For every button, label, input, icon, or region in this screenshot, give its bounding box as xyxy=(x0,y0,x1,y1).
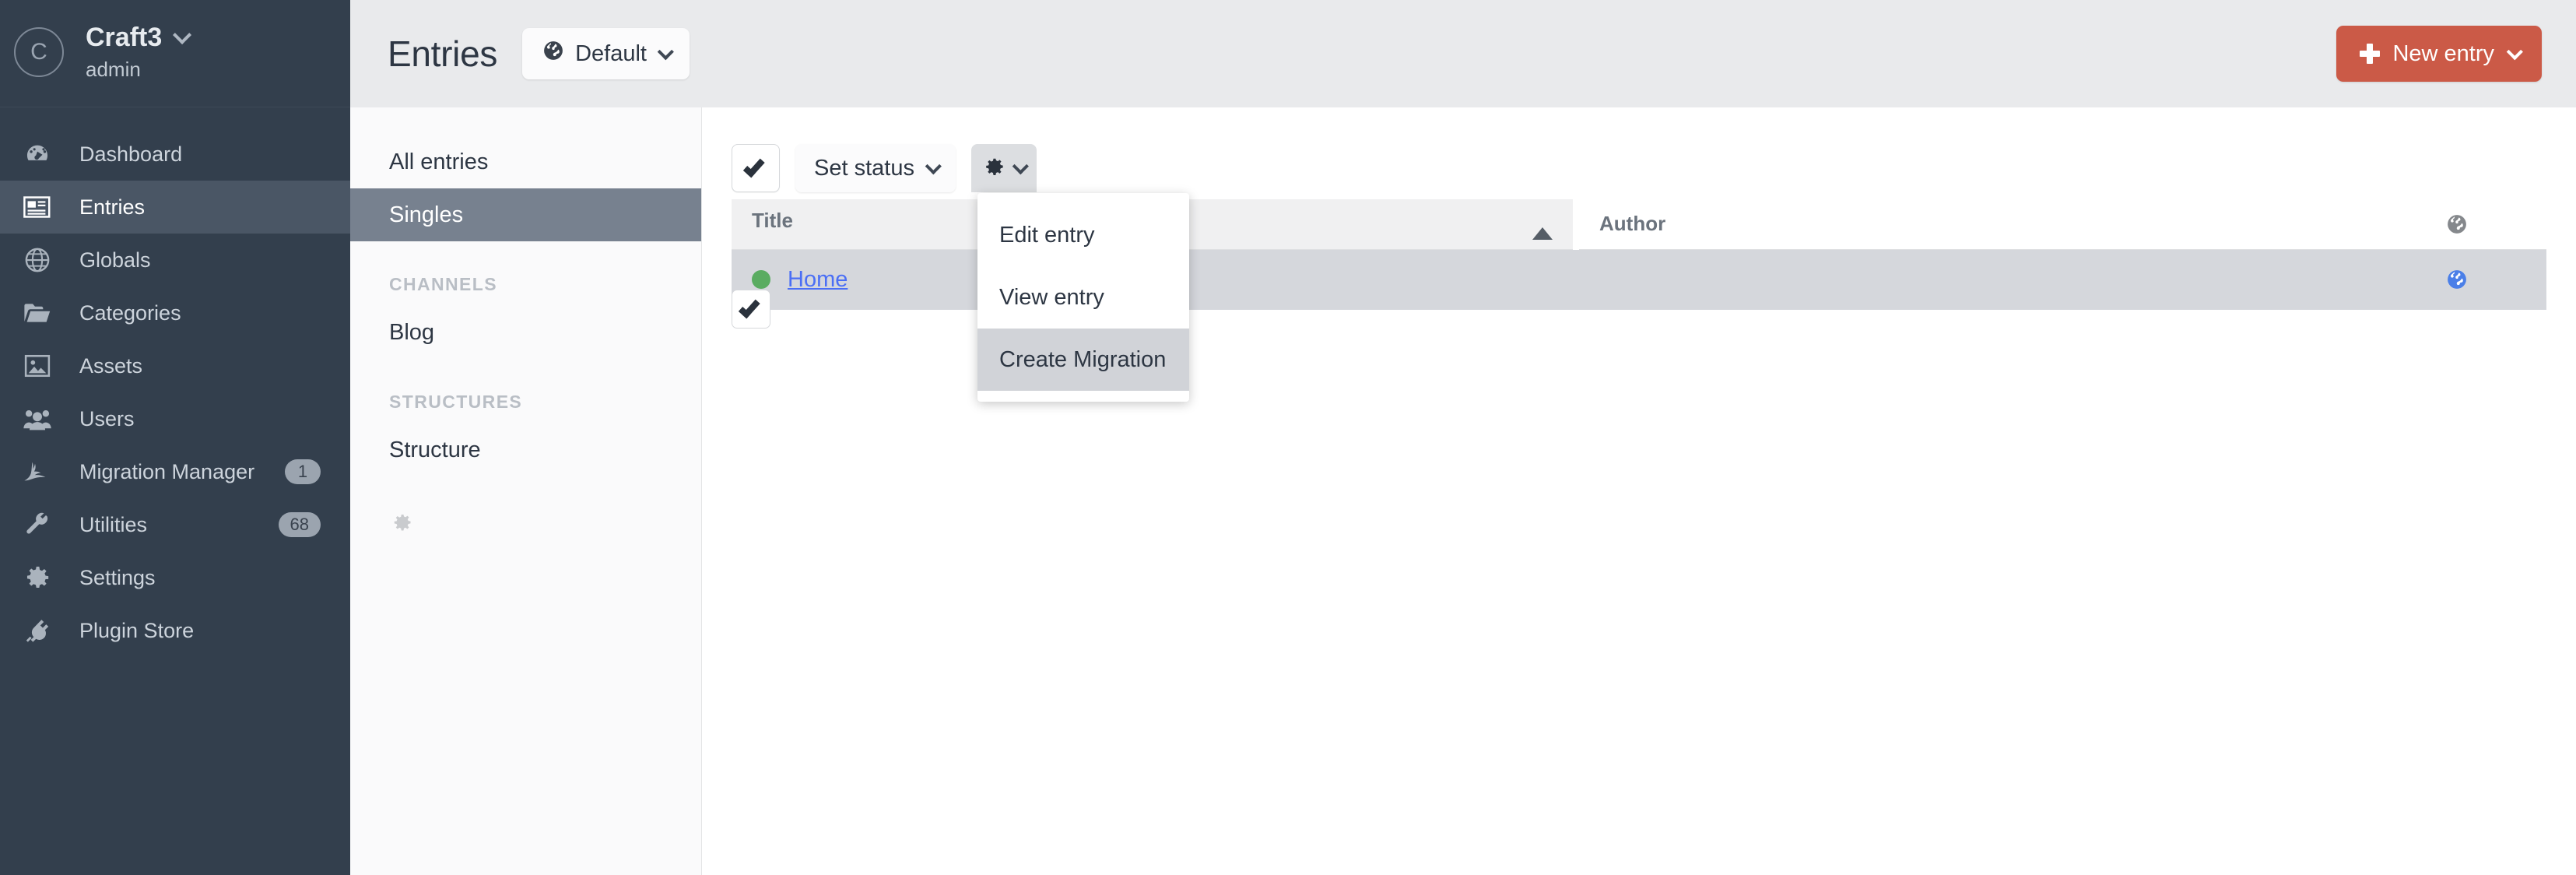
menu-item-create-migration[interactable]: Create Migration xyxy=(977,329,1189,391)
gear-icon xyxy=(17,564,58,591)
menu-item-edit-entry[interactable]: Edit entry xyxy=(977,204,1189,266)
sidebar-item-label: Plugin Store xyxy=(79,619,350,643)
chevron-down-icon xyxy=(173,25,191,44)
set-status-button[interactable]: Set status xyxy=(795,144,956,192)
newspaper-icon xyxy=(17,195,58,220)
checkmark-icon xyxy=(739,297,760,319)
account-username: admin xyxy=(86,58,186,82)
sidebar-item-assets[interactable]: Assets xyxy=(0,339,350,392)
cell-author xyxy=(1576,249,2367,310)
status-badge: 1 xyxy=(285,459,321,484)
sidebar-item-migration-manager[interactable]: Migration Manager 1 xyxy=(0,445,350,498)
globe-icon xyxy=(17,247,58,273)
sidebar-item-categories[interactable]: Categories xyxy=(0,286,350,339)
avatar-letter: C xyxy=(30,39,47,65)
chevron-down-icon xyxy=(658,44,674,60)
source-item-blog[interactable]: Blog xyxy=(350,306,701,359)
sidebar-item-label: Assets xyxy=(79,354,350,378)
folder-icon xyxy=(17,301,58,325)
plus-icon xyxy=(2360,44,2380,64)
entry-title-link[interactable]: Home xyxy=(788,267,848,293)
source-item-structure[interactable]: Structure xyxy=(350,423,701,476)
actions-dropdown-menu: Edit entry View entry Create Migration xyxy=(977,193,1189,402)
account-name-row[interactable]: Craft3 xyxy=(86,23,186,53)
avatar: C xyxy=(14,27,64,77)
sidebar-item-globals[interactable]: Globals xyxy=(0,234,350,286)
new-entry-label: New entry xyxy=(2392,41,2494,67)
sidebar-item-label: Globals xyxy=(79,248,350,272)
sidebar-item-label: Settings xyxy=(79,566,350,590)
sidebar-item-label: Utilities xyxy=(79,513,257,537)
gear-icon xyxy=(983,156,1005,181)
plug-icon xyxy=(17,618,58,643)
set-status-label: Set status xyxy=(814,156,914,181)
sidebar-item-settings[interactable]: Settings xyxy=(0,551,350,604)
chevron-down-icon xyxy=(2507,44,2523,60)
page-title: Entries xyxy=(388,33,497,75)
new-entry-button[interactable]: New entry xyxy=(2336,26,2542,82)
sidebar-item-utilities[interactable]: Utilities 68 xyxy=(0,498,350,551)
column-header-site xyxy=(2367,199,2546,249)
cell-site[interactable] xyxy=(2367,249,2546,310)
status-badge: 68 xyxy=(279,512,321,537)
source-group-heading-channels: CHANNELS xyxy=(350,241,701,306)
gear-icon xyxy=(389,524,412,537)
sidebar-item-label: Dashboard xyxy=(79,142,350,167)
content-area: Entries Default New entry All entries Si… xyxy=(350,0,2576,875)
primary-nav: Dashboard Entries Globals Categories xyxy=(0,107,350,657)
body-row: All entries Singles CHANNELS Blog STRUCT… xyxy=(350,107,2576,875)
sidebar-item-label: Entries xyxy=(79,195,350,220)
account-block[interactable]: C Craft3 admin xyxy=(0,0,350,107)
customize-sources-button[interactable] xyxy=(350,476,701,538)
craft-cms-admin: C Craft3 admin Dashboard xyxy=(0,0,2576,875)
sidebar-item-label: Migration Manager xyxy=(79,460,263,484)
select-all-checkbox[interactable] xyxy=(732,144,780,192)
row-select-checkbox[interactable] xyxy=(732,290,770,329)
site-selector-label: Default xyxy=(575,41,647,67)
wrench-icon xyxy=(17,511,58,538)
globe-icon xyxy=(2388,213,2526,235)
sidebar-item-label: Users xyxy=(79,407,350,431)
chevron-down-icon xyxy=(1013,158,1029,174)
sidebar-item-users[interactable]: Users xyxy=(0,392,350,445)
site-selector-button[interactable]: Default xyxy=(522,28,690,79)
globe-icon xyxy=(542,40,564,68)
status-badge xyxy=(752,270,770,289)
page-header: Entries Default New entry xyxy=(350,0,2576,107)
source-item-all-entries[interactable]: All entries xyxy=(350,135,701,188)
bird-icon xyxy=(17,461,58,483)
image-icon xyxy=(17,353,58,378)
chevron-down-icon xyxy=(925,158,942,174)
sidebar-item-plugin-store[interactable]: Plugin Store xyxy=(0,604,350,657)
global-sidebar: C Craft3 admin Dashboard xyxy=(0,0,350,875)
gauge-icon xyxy=(17,141,58,167)
source-group-heading-structures: STRUCTURES xyxy=(350,359,701,423)
sidebar-item-entries[interactable]: Entries xyxy=(0,181,350,234)
sidebar-item-label: Categories xyxy=(79,301,350,325)
column-label: Title xyxy=(752,209,793,232)
entry-sources-sidebar: All entries Singles CHANNELS Blog STRUCT… xyxy=(350,107,702,875)
users-icon xyxy=(17,407,58,430)
menu-item-view-entry[interactable]: View entry xyxy=(977,266,1189,329)
entries-toolbar: Set status xyxy=(702,107,2576,199)
column-header-author[interactable]: Author xyxy=(1576,199,2367,249)
column-label: Author xyxy=(1599,212,1665,235)
globe-icon[interactable] xyxy=(2388,269,2526,290)
sidebar-item-dashboard[interactable]: Dashboard xyxy=(0,128,350,181)
sort-ascending-icon xyxy=(1532,227,1553,240)
source-item-singles[interactable]: Singles xyxy=(350,188,701,241)
account-name: Craft3 xyxy=(86,23,162,53)
actions-menu-button[interactable] xyxy=(971,144,1037,192)
checkmark-icon xyxy=(743,156,765,178)
